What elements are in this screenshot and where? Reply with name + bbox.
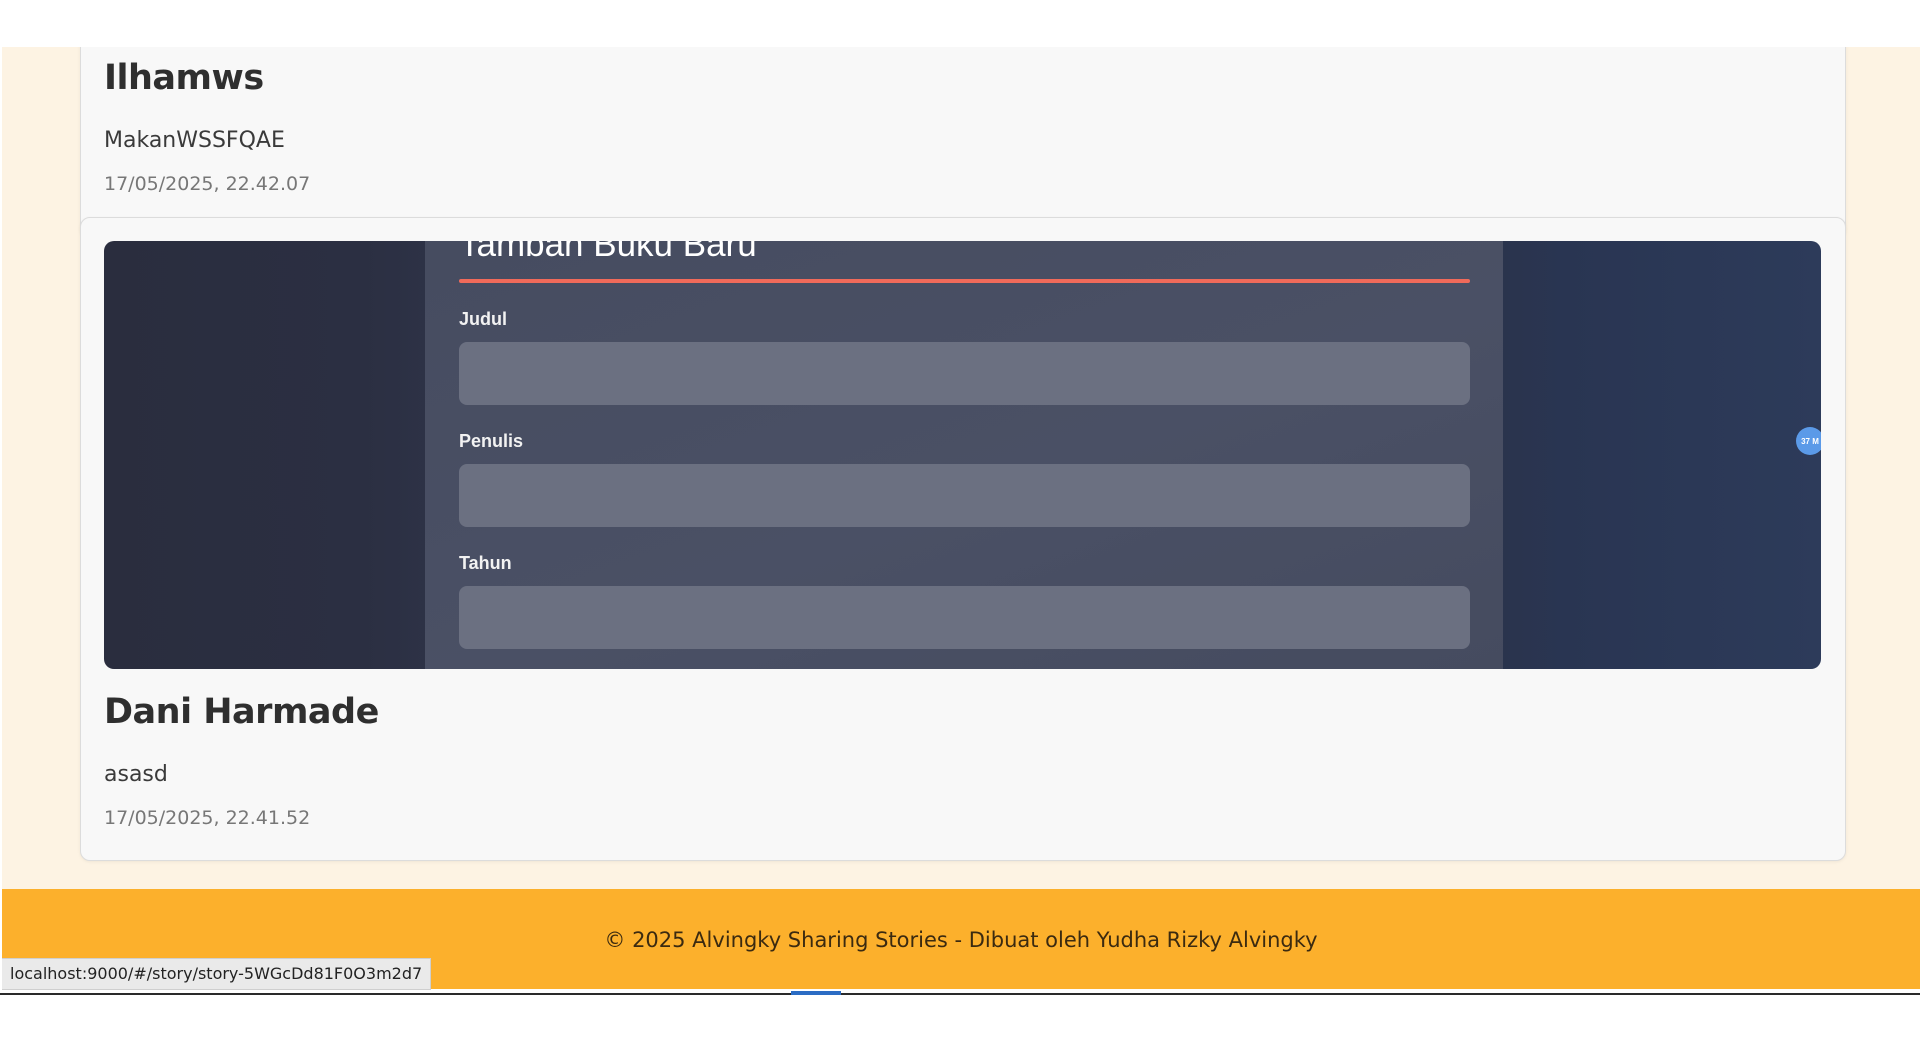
photo-field-label: Tahun	[459, 553, 512, 573]
photo-form-panel: Tambah Buku Baru Judul Penulis Tahun	[425, 241, 1503, 669]
photo-badge: 37 M	[1796, 427, 1821, 455]
story-author-name: Dani Harmade	[104, 692, 379, 732]
active-window-indicator	[791, 991, 841, 995]
story-card[interactable]: Tambah Buku Baru Judul Penulis Tahun 37 …	[80, 217, 1846, 861]
story-photo[interactable]: Tambah Buku Baru Judul Penulis Tahun 37 …	[104, 241, 1821, 669]
photo-form-title: Tambah Buku Baru	[459, 241, 757, 264]
taskbar-divider	[0, 993, 1920, 995]
story-card[interactable]: Ilhamws MakanWSSFQAE 17/05/2025, 22.42.0…	[80, 47, 1846, 239]
story-description: asasd	[104, 762, 168, 787]
footer-copyright: © 2025 Alvingky Sharing Stories - Dibuat…	[604, 928, 1318, 952]
photo-field-label: Penulis	[459, 431, 524, 451]
story-date: 17/05/2025, 22.41.52	[104, 807, 311, 829]
page-content: Ilhamws MakanWSSFQAE 17/05/2025, 22.42.0…	[2, 47, 1920, 989]
photo-field-box	[459, 342, 1470, 405]
photo-field-box	[459, 464, 1470, 527]
photo-field-box	[459, 586, 1470, 649]
story-description: MakanWSSFQAE	[104, 128, 285, 153]
photo-field-label: Judul	[459, 309, 507, 329]
story-author-name: Ilhamws	[104, 58, 264, 98]
status-bar-url: localhost:9000/#/story/story-5WGcDd81F0O…	[2, 958, 432, 990]
photo-title-underline	[459, 279, 1470, 283]
story-date: 17/05/2025, 22.42.07	[104, 173, 311, 195]
